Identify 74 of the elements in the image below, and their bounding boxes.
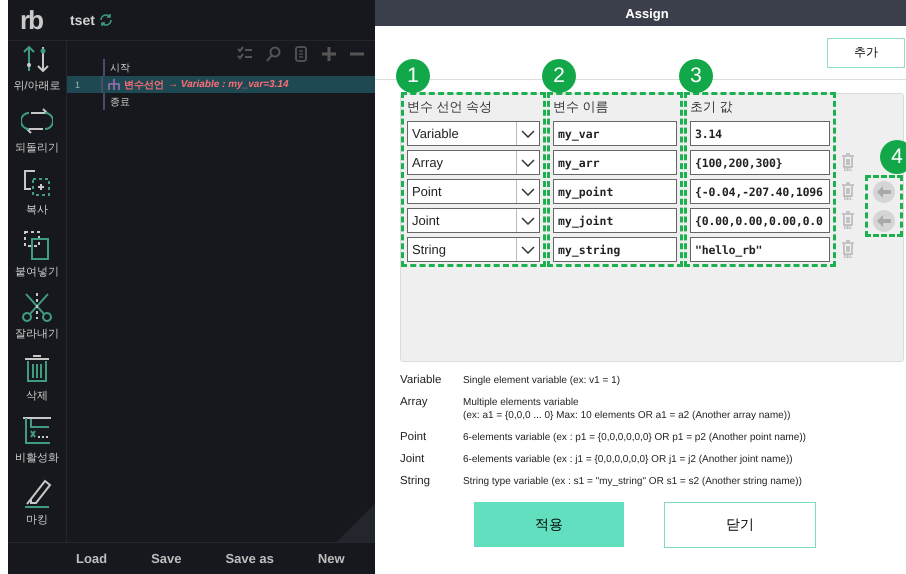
- column-header: 변수 선언 속성: [407, 98, 494, 116]
- arrow-left-icon: [877, 186, 891, 198]
- type-dropdown[interactable]: Point: [407, 179, 540, 204]
- capture-button[interactable]: [873, 210, 895, 232]
- chevron-down-icon: [521, 130, 535, 138]
- chevron-down-icon: [521, 216, 535, 224]
- project-name: tset: [70, 12, 95, 28]
- step-marker: 4: [880, 140, 906, 174]
- value-field[interactable]: {100,200,300}: [690, 150, 830, 175]
- legend-description: Multiple elements variable (ex: a1 = {0,0,0 ... 0} Max: 10 elements OR a1 = a2 (Another array name)): [463, 396, 792, 422]
- line-number: 1: [75, 80, 82, 90]
- step-marker: 3: [679, 59, 713, 93]
- dialog-title: Assign: [375, 0, 906, 26]
- legend-term: Variable: [400, 374, 442, 386]
- tool-icon: [21, 291, 53, 323]
- step-marker: 2: [542, 59, 576, 93]
- value-field[interactable]: {-0.04,-207.40,1096: [690, 179, 830, 204]
- name-field[interactable]: my_var: [553, 121, 677, 146]
- column-header: 초기 값: [690, 98, 734, 116]
- legend-term: Array: [400, 396, 428, 408]
- toolbar-button[interactable]: 되돌리기: [15, 105, 59, 167]
- toolbar-button[interactable]: 복사: [21, 167, 53, 229]
- toolbar-button[interactable]: 마킹: [21, 477, 53, 539]
- footer-button[interactable]: Save as: [217, 547, 282, 570]
- legend-term: Joint: [400, 453, 426, 465]
- refresh-icon[interactable]: [98, 13, 113, 27]
- footer-button[interactable]: New: [310, 547, 353, 570]
- toolbar-button[interactable]: 잘라내기: [15, 291, 59, 353]
- command-detail: → Variable : my_var=3.14: [168, 79, 289, 90]
- tree-row[interactable]: 1 변수선언 → Variable : my_var=3.14: [67, 76, 375, 93]
- type-dropdown[interactable]: Joint: [407, 208, 540, 233]
- type-dropdown[interactable]: Variable: [407, 121, 540, 146]
- document-icon[interactable]: [293, 46, 309, 62]
- checklist-icon[interactable]: [237, 46, 253, 62]
- type-dropdown[interactable]: Array: [407, 150, 540, 175]
- footer-button[interactable]: Save: [143, 547, 190, 570]
- toolbar-button[interactable]: 삭제: [21, 353, 53, 415]
- legend-term: String: [400, 475, 432, 487]
- toolbar-button[interactable]: 비활성화: [15, 415, 59, 477]
- toolbar-button[interactable]: 붙여넣기: [15, 229, 59, 291]
- name-field[interactable]: my_string: [553, 237, 677, 262]
- plus-icon[interactable]: [321, 46, 337, 62]
- name-field[interactable]: my_joint: [553, 208, 677, 233]
- tree-row[interactable]: 종료: [67, 93, 375, 110]
- step-marker: 1: [396, 59, 430, 93]
- command-label[interactable]: 변수선언: [124, 78, 164, 92]
- arrow-left-icon: [877, 214, 891, 226]
- column-header: 변수 이름: [553, 98, 610, 116]
- legend-description: String type variable (ex : s1 = "my_string" OR s1 = s2 (Another string name)): [463, 475, 803, 488]
- legend-term: Point: [400, 431, 428, 443]
- name-field[interactable]: my_arr: [553, 150, 677, 175]
- tree-item[interactable]: 종료: [103, 93, 130, 110]
- legend-description: 6-elements variable (ex : j1 = {0,0,0,0,0,0} OR j1 = j2 (Another joint name)): [463, 453, 794, 466]
- name-field[interactable]: my_point: [553, 179, 677, 204]
- chevron-down-icon: [521, 246, 535, 254]
- close-button[interactable]: 닫기: [664, 502, 816, 548]
- app-logo: rb: [20, 4, 44, 36]
- value-field[interactable]: 3.14: [690, 121, 830, 146]
- apply-button[interactable]: 적용: [474, 502, 624, 547]
- chevron-down-icon: [521, 188, 535, 196]
- legend-description: 6-elements variable (ex : p1 = {0,0,0,0,0,0} OR p1 = p2 (Another point name)): [463, 431, 807, 444]
- tool-icon: [21, 415, 53, 447]
- chevron-down-icon: [521, 158, 535, 166]
- toolbar-button[interactable]: 위/아래로: [13, 43, 61, 105]
- value-field[interactable]: {0.00,0.00,0.00,0.0: [690, 208, 830, 233]
- add-button[interactable]: 추가: [827, 38, 905, 68]
- capture-button[interactable]: [873, 180, 895, 202]
- type-dropdown[interactable]: String: [407, 237, 540, 262]
- value-field[interactable]: "hello_rb": [690, 237, 830, 262]
- footer-button[interactable]: Load: [68, 547, 116, 570]
- tool-icon: [21, 167, 53, 199]
- legend-description: Single element variable (ex: v1 = 1): [463, 374, 622, 387]
- hierarchy-icon: [108, 79, 120, 90]
- search-icon[interactable]: [265, 46, 281, 62]
